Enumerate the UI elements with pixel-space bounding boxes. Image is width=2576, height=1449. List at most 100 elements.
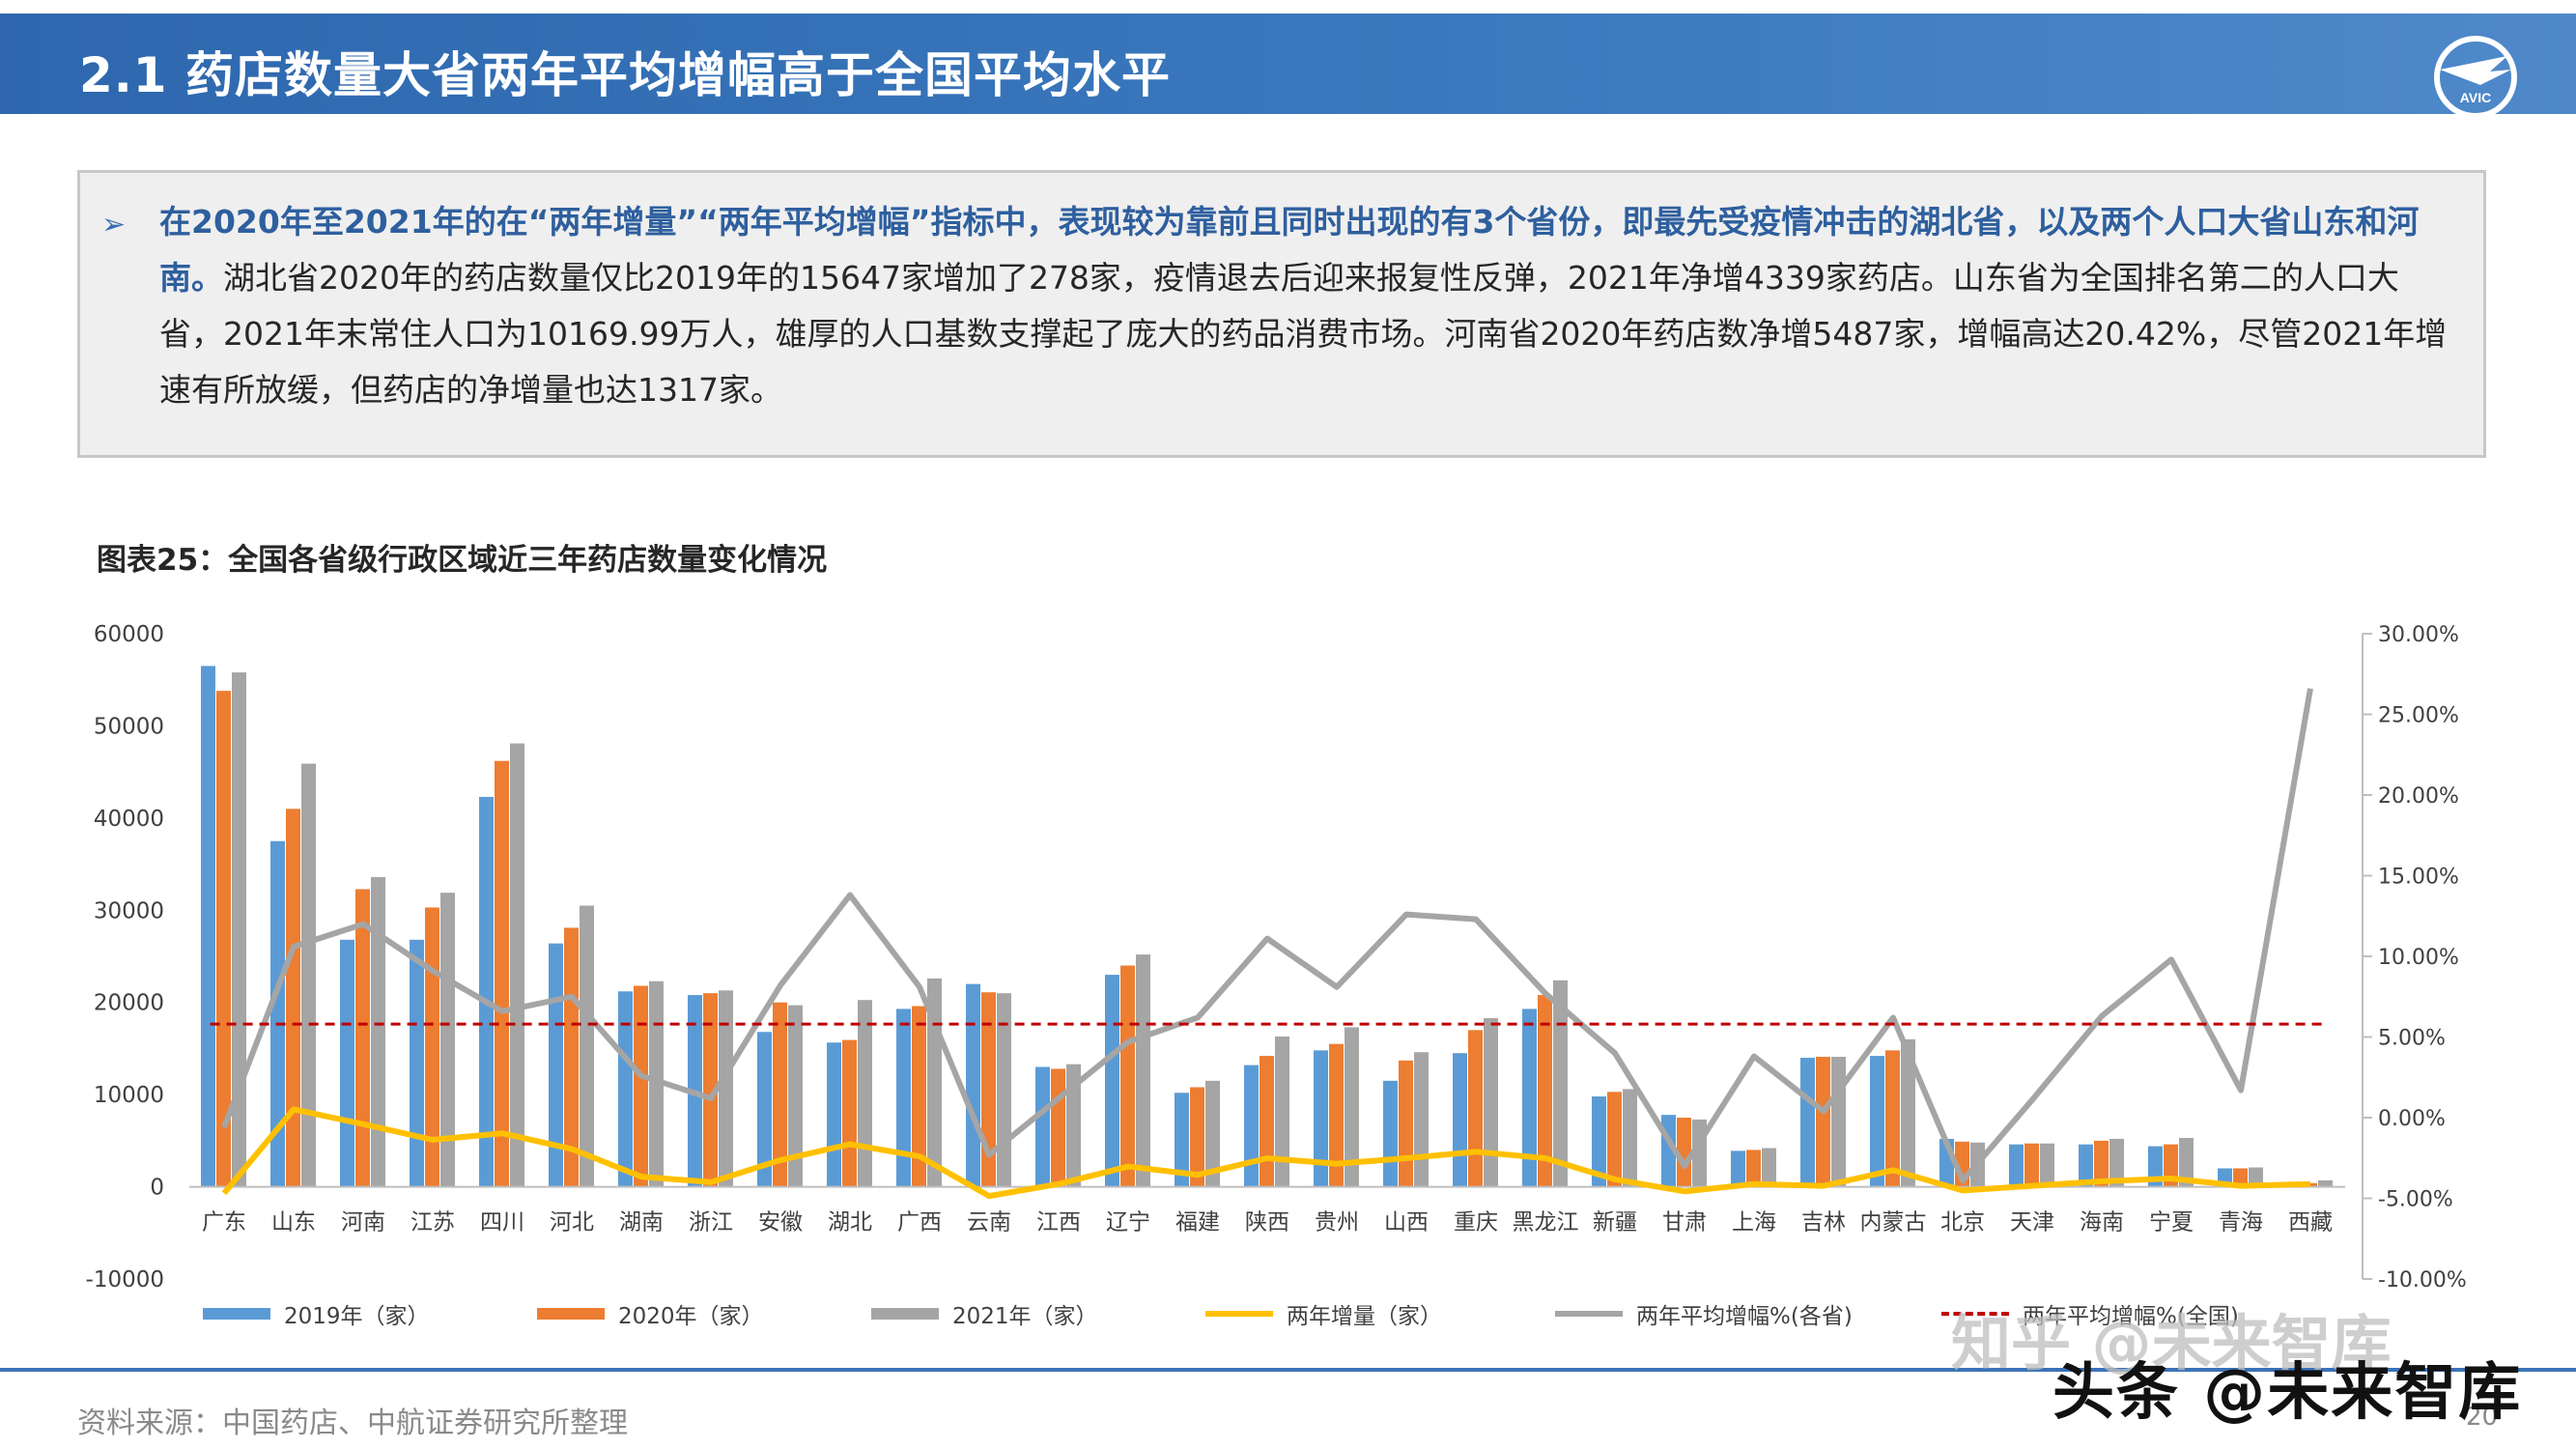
- x-tick-label: 内蒙古: [1860, 1210, 1927, 1236]
- bar-0: [1383, 1080, 1398, 1187]
- avic-logo-icon: AVIC: [2434, 36, 2517, 119]
- bar-2: [2040, 1143, 2054, 1187]
- logo-text: AVIC: [2460, 90, 2491, 105]
- bar-1: [1607, 1092, 1622, 1187]
- legend-label-2021: 2021年（家）: [952, 1304, 1098, 1329]
- x-tick-label: 海南: [2080, 1210, 2124, 1236]
- bar-1: [981, 992, 996, 1187]
- x-tick-label: 青海: [2219, 1210, 2263, 1236]
- y-tick-label: 40000: [94, 807, 164, 832]
- summary-paragraph: 在2020年至2021年的在“两年增量”“两年平均增幅”指标中，表现较为靠前且同…: [159, 194, 2458, 418]
- x-tick-label: 山东: [271, 1210, 316, 1236]
- y2-tick-label: 25.00%: [2378, 704, 2459, 728]
- x-tick-label: 黑龙江: [1513, 1210, 1579, 1236]
- x-tick-label: 湖南: [619, 1210, 664, 1236]
- legend-item-2021: 2021年（家）: [871, 1296, 1098, 1331]
- bar-1: [1885, 1050, 1900, 1187]
- x-tick-label: 甘肃: [1662, 1210, 1707, 1236]
- legend-label-2019: 2019年（家）: [284, 1304, 430, 1329]
- bar-1: [1120, 965, 1135, 1187]
- summary-text: 湖北省2020年的药店数量仅比2019年的15647家增加了278家，疫情退去后…: [159, 259, 2448, 409]
- bar-2: [301, 763, 316, 1187]
- bar-1: [355, 889, 370, 1187]
- y2-tick-label: 5.00%: [2378, 1027, 2446, 1051]
- legend-item-2020: 2020年（家）: [537, 1296, 764, 1331]
- x-tick-label: 宁夏: [2149, 1210, 2194, 1236]
- bar-0: [618, 991, 633, 1187]
- legend-swatch-2020: [537, 1308, 605, 1320]
- legend-swatch-2021: [871, 1308, 939, 1320]
- x-tick-label: 河南: [341, 1210, 385, 1236]
- bar-0: [1105, 975, 1119, 1187]
- bar-0: [2009, 1144, 2024, 1187]
- legend-swatch-avg-province: [1555, 1311, 1623, 1317]
- bullet-arrow-icon: ➢: [101, 208, 127, 242]
- x-tick-label: 西藏: [2288, 1210, 2333, 1236]
- x-tick-label: 贵州: [1315, 1210, 1359, 1236]
- bar-1: [1260, 1056, 1274, 1187]
- bar-2: [719, 990, 733, 1187]
- bar-2: [1831, 1057, 1846, 1187]
- x-tick-label: 云南: [967, 1210, 1011, 1236]
- bar-0: [966, 983, 980, 1187]
- bar-2: [1414, 1052, 1429, 1187]
- bar-0: [1314, 1050, 1328, 1187]
- bar-2: [2318, 1179, 2333, 1187]
- source-note: 资料来源：中国药店、中航证券研究所整理: [77, 1406, 628, 1440]
- bar-0: [479, 796, 494, 1187]
- combo-chart: -10000 0 10000 20000 30000 40000 50000 60000 -10…: [86, 622, 2467, 1293]
- y-tick-label: 10000: [94, 1083, 164, 1108]
- x-tick-label: 辽宁: [1106, 1210, 1150, 1236]
- x-tick-label: 广西: [897, 1210, 942, 1236]
- bar-0: [1800, 1057, 1815, 1187]
- y-tick-label: 30000: [94, 898, 164, 923]
- bar-0: [827, 1042, 841, 1187]
- y2-tick-label: 0.00%: [2378, 1107, 2446, 1131]
- legend-label-2020: 2020年（家）: [618, 1304, 764, 1329]
- bar-0: [340, 939, 354, 1187]
- bar-0: [1731, 1151, 1745, 1187]
- x-tick-label: 江西: [1036, 1210, 1081, 1236]
- bar-0: [549, 943, 563, 1187]
- bar-2: [858, 1000, 872, 1187]
- x-tick-label: 广东: [202, 1210, 246, 1236]
- bar-2: [510, 743, 524, 1187]
- legend-item-avg-province: 两年平均增幅%(各省): [1555, 1296, 1853, 1331]
- bar-0: [1035, 1066, 1050, 1187]
- y2-tick-label: -10.00%: [2378, 1268, 2467, 1293]
- x-tick-label: 陕西: [1245, 1210, 1289, 1236]
- y-tick-label: 0: [150, 1176, 164, 1201]
- bar-1: [495, 760, 509, 1187]
- figure-title: 图表25：全国各省级行政区域近三年药店数量变化情况: [97, 543, 828, 578]
- y2-tick-label: -5.00%: [2378, 1188, 2453, 1212]
- bar-1: [2024, 1143, 2039, 1187]
- watermark-toutiao: 头条 @未来智库: [2052, 1357, 2523, 1429]
- bar-0: [896, 1009, 911, 1187]
- legend-label-avg-province: 两年平均增幅%(各省): [1636, 1304, 1853, 1329]
- bar-2: [1762, 1148, 1776, 1187]
- bar-2: [580, 905, 594, 1187]
- bar-1: [425, 907, 439, 1187]
- x-tick-label: 新疆: [1593, 1210, 1637, 1236]
- y-tick-label: -10000: [86, 1267, 164, 1293]
- x-tick-label: 吉林: [1801, 1210, 1846, 1236]
- bar-1: [286, 809, 300, 1187]
- y-tick-label: 20000: [94, 991, 164, 1016]
- y2-tick-label: 30.00%: [2378, 623, 2459, 647]
- x-tick-label: 上海: [1732, 1210, 1776, 1236]
- bar-2: [1484, 1017, 1498, 1187]
- legend-swatch-2019: [203, 1308, 270, 1320]
- bar-2: [1136, 954, 1150, 1187]
- y-tick-label: 50000: [94, 714, 164, 739]
- summary-box: ➢ 在2020年至2021年的在“两年增量”“两年平均增幅”指标中，表现较为靠前…: [77, 170, 2486, 458]
- bar-1: [1399, 1060, 1413, 1187]
- y2-tick-label: 10.00%: [2378, 946, 2459, 970]
- x-tick-label: 山西: [1384, 1210, 1429, 1236]
- legend-item-increase: 两年增量（家）: [1205, 1296, 1442, 1331]
- bar-0: [1244, 1065, 1259, 1187]
- x-tick-label: 湖北: [828, 1210, 872, 1236]
- bar-0: [1453, 1053, 1467, 1187]
- bar-2: [1275, 1037, 1289, 1187]
- bar-0: [1870, 1056, 1884, 1187]
- bar-1: [842, 1039, 857, 1187]
